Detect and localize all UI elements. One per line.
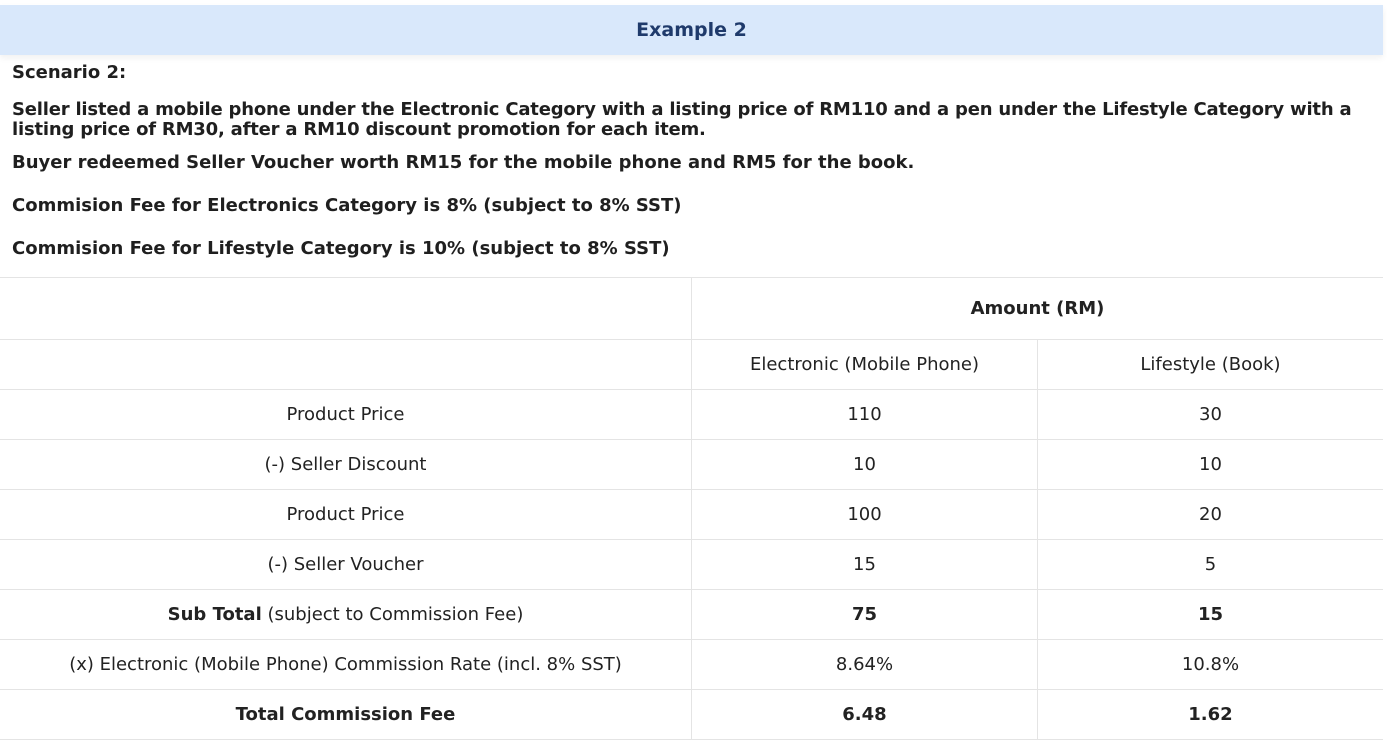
electronic-value: 15: [691, 539, 1038, 590]
lifestyle-value: 5: [1037, 539, 1383, 590]
table-row: Product Price 100 20: [0, 489, 1383, 540]
column-header-row: Electronic (Mobile Phone) Lifestyle (Boo…: [0, 339, 1383, 390]
total-commission-row: Total Commission Fee 6.48 1.62: [0, 689, 1383, 740]
row-label: (-) Seller Discount: [0, 439, 692, 490]
electronic-subtotal: 75: [691, 589, 1038, 640]
lifestyle-value: 30: [1037, 389, 1383, 440]
lifestyle-value: 10: [1037, 439, 1383, 490]
subtotal-row: Sub Total (subject to Commission Fee) 75…: [0, 589, 1383, 640]
lifestyle-subtotal: 15: [1037, 589, 1383, 640]
scenario-voucher-note: Buyer redeemed Seller Voucher worth RM15…: [12, 152, 915, 173]
commission-rate-row: (x) Electronic (Mobile Phone) Commission…: [0, 639, 1383, 690]
table-row: Product Price 110 30: [0, 389, 1383, 440]
scenario-title: Scenario 2:: [12, 62, 127, 83]
electronic-value: 100: [691, 489, 1038, 540]
row-label: Product Price: [0, 489, 692, 540]
subtotal-label-bold: Sub Total: [167, 604, 262, 625]
example-title: Example 2: [636, 19, 747, 41]
electronic-column-header: Electronic (Mobile Phone): [691, 339, 1038, 390]
commission-rate-label: (x) Electronic (Mobile Phone) Commission…: [0, 639, 692, 690]
subtotal-label: Sub Total (subject to Commission Fee): [0, 589, 692, 640]
table-row: (-) Seller Discount 10 10: [0, 439, 1383, 490]
empty-header-cell: [0, 277, 692, 340]
electronic-value: 10: [691, 439, 1038, 490]
electronic-value: 110: [691, 389, 1038, 440]
empty-column-header-cell: [0, 339, 692, 390]
electronics-commission-note: Commision Fee for Electronics Category i…: [12, 195, 682, 216]
lifestyle-commission-rate: 10.8%: [1037, 639, 1383, 690]
electronic-total-commission: 6.48: [691, 689, 1038, 740]
subtotal-label-note: (subject to Commission Fee): [261, 604, 524, 625]
scenario-description: Seller listed a mobile phone under the E…: [12, 99, 1352, 140]
total-commission-label: Total Commission Fee: [0, 689, 692, 740]
commission-fee-table: Amount (RM) Electronic (Mobile Phone) Li…: [0, 277, 1383, 740]
electronic-commission-rate: 8.64%: [691, 639, 1038, 690]
row-label: (-) Seller Voucher: [0, 539, 692, 590]
example-header-bar: Example 2: [0, 5, 1383, 55]
lifestyle-total-commission: 1.62: [1037, 689, 1383, 740]
lifestyle-column-header: Lifestyle (Book): [1037, 339, 1383, 390]
table-header-row: Amount (RM): [0, 277, 1383, 340]
table-row: (-) Seller Voucher 15 5: [0, 539, 1383, 590]
lifestyle-commission-note: Commision Fee for Lifestyle Category is …: [12, 238, 670, 259]
amount-header: Amount (RM): [691, 277, 1383, 340]
lifestyle-value: 20: [1037, 489, 1383, 540]
row-label: Product Price: [0, 389, 692, 440]
